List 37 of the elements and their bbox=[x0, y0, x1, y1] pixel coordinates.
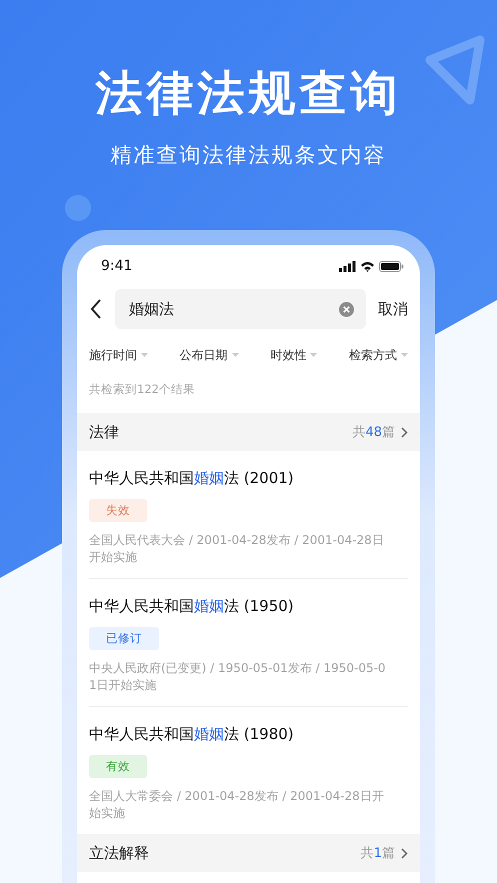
triangle-decoration bbox=[426, 36, 484, 104]
chevron-right-icon bbox=[401, 426, 408, 438]
section-count-link[interactable]: 共1篇 bbox=[360, 844, 408, 862]
filter-dropdown[interactable]: 检索方式 bbox=[348, 347, 408, 364]
back-button[interactable] bbox=[89, 298, 103, 320]
law-title[interactable]: 中华人民共和国婚姻法 (1950) bbox=[89, 595, 408, 617]
battery-icon bbox=[379, 260, 404, 272]
dropdown-caret-icon bbox=[141, 353, 148, 358]
clear-icon[interactable] bbox=[339, 302, 354, 316]
search-field[interactable]: 婚姻法 bbox=[115, 289, 366, 329]
section-count-link[interactable]: 共48篇 bbox=[352, 423, 408, 441]
law-meta: 中央人民政府(已变更) / 1950-05-01发布 / 1950-05-01日开始实施 bbox=[89, 660, 387, 694]
status-time: 9:41 bbox=[101, 258, 132, 274]
chevron-right-icon bbox=[401, 848, 408, 858]
section-title: 立法解释 bbox=[89, 844, 149, 862]
dropdown-caret-icon bbox=[400, 353, 408, 358]
status-tag: 失效 bbox=[89, 499, 147, 522]
wifi-icon bbox=[360, 260, 375, 272]
section-title: 法律 bbox=[89, 422, 119, 442]
filter-dropdown[interactable]: 公布日期 bbox=[180, 347, 239, 364]
law-meta: 全国人大常委会 / 2001-04-28发布 / 2001-04-28日开始实施 bbox=[89, 788, 385, 822]
filter-dropdown[interactable]: 施行时间 bbox=[89, 347, 148, 364]
status-tag: 已修订 bbox=[89, 627, 159, 650]
subheadline: 精准查询法律法规条文内容 bbox=[110, 142, 386, 169]
search-input[interactable]: 婚姻法 bbox=[129, 290, 339, 328]
dropdown-caret-icon bbox=[232, 353, 239, 358]
law-meta: 全国人民代表大会 / 2001-04-28发布 / 2001-04-28日开始实施 bbox=[89, 532, 385, 566]
signal-icon bbox=[339, 260, 356, 272]
status-tag: 有效 bbox=[89, 755, 147, 778]
result-count: 共检索到122个结果 bbox=[88, 381, 196, 397]
dropdown-caret-icon bbox=[310, 353, 318, 358]
filter-dropdown[interactable]: 时效性 bbox=[270, 347, 318, 364]
law-title[interactable]: 中华人民共和国婚姻法 (1980) bbox=[89, 723, 408, 745]
cancel-button[interactable]: 取消 bbox=[378, 300, 408, 318]
headline: 法律法规查询 bbox=[96, 65, 402, 123]
circle-decoration bbox=[65, 195, 91, 221]
law-title[interactable]: 中华人民共和国婚姻法 (2001) bbox=[89, 467, 408, 489]
